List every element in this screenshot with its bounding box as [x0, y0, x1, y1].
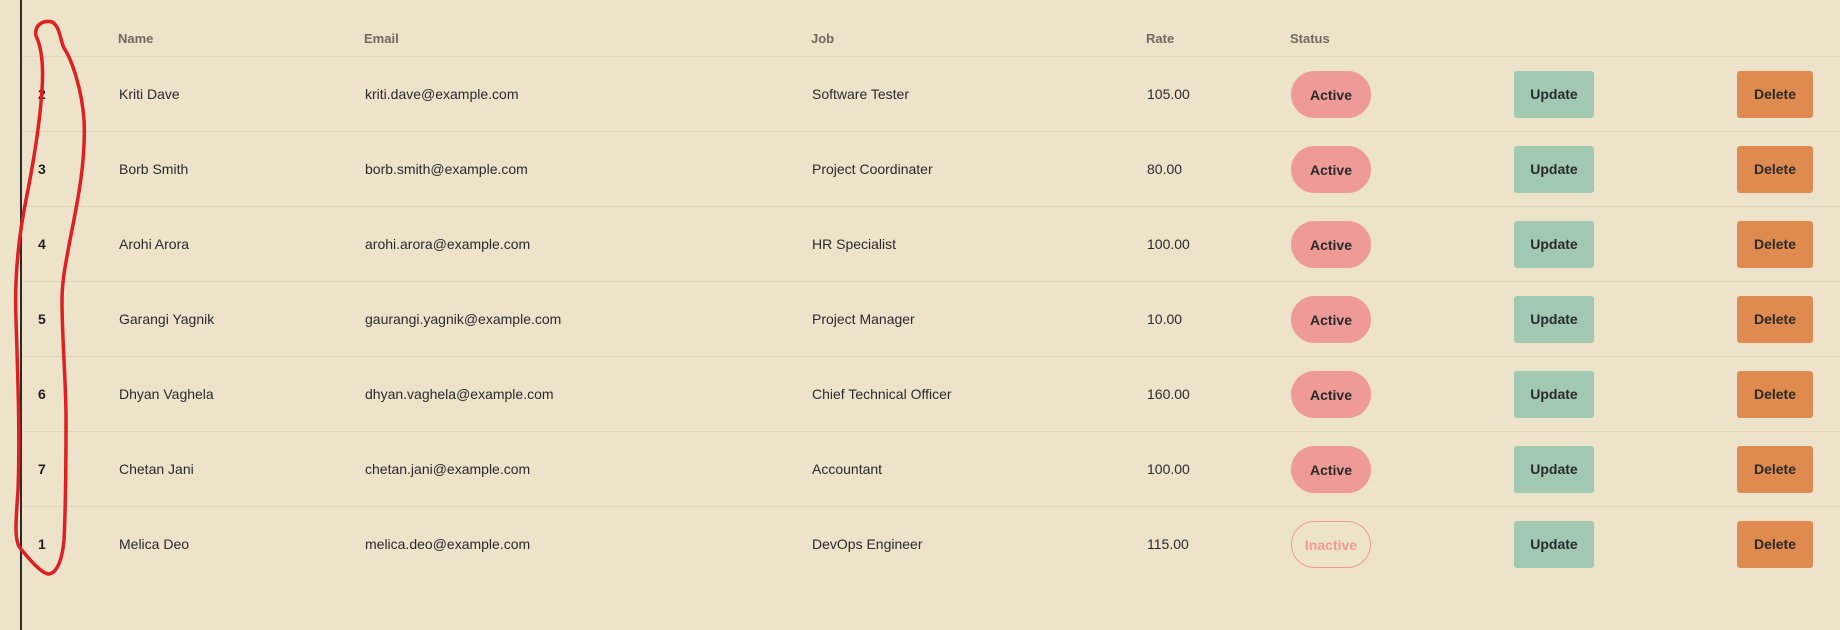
status-cell: Active — [1290, 131, 1513, 207]
status-toggle-button[interactable]: Active — [1291, 370, 1371, 418]
rate-cell: 10.00 — [1146, 281, 1290, 357]
status-cell: Inactive — [1290, 507, 1513, 582]
status-cell: Active — [1290, 56, 1513, 132]
email-cell: dhyan.vaghela@example.com — [364, 356, 811, 432]
status-cell: Active — [1290, 206, 1513, 282]
update-button[interactable]: Update — [1514, 295, 1594, 343]
delete-button[interactable]: Delete — [1737, 370, 1813, 418]
table-row: 4 Arohi Arora arohi.arora@example.com HR Sp… — [22, 206, 1840, 282]
delete-cell: Delete — [1736, 56, 1840, 132]
table-body: 2 Kriti Dave kriti.dave@example.com Softwar… — [22, 56, 1840, 582]
delete-cell: Delete — [1736, 431, 1840, 507]
row-id-cell: 6 — [22, 356, 118, 432]
header-row: Name Email Job Rate Status — [22, 20, 1840, 57]
update-cell: Update — [1513, 206, 1736, 282]
header-delete — [1736, 20, 1840, 57]
delete-button[interactable]: Delete — [1737, 445, 1813, 493]
row-id-cell: 3 — [22, 131, 118, 207]
table-row: 6 Dhyan Vaghela dhyan.vaghela@example.com C… — [22, 356, 1840, 432]
header-job: Job — [811, 20, 1146, 57]
header-rate: Rate — [1146, 20, 1290, 57]
update-button[interactable]: Update — [1514, 70, 1594, 118]
status-toggle-button[interactable]: Active — [1291, 445, 1371, 493]
status-toggle-button[interactable]: Active — [1291, 295, 1371, 343]
name-cell: Chetan Jani — [118, 431, 364, 507]
delete-button[interactable]: Delete — [1737, 220, 1813, 268]
email-cell: chetan.jani@example.com — [364, 431, 811, 507]
row-id-cell: 1 — [38, 536, 46, 552]
header-status: Status — [1290, 20, 1513, 57]
delete-cell: Delete — [1736, 206, 1840, 282]
status-cell: Active — [1290, 431, 1513, 507]
row-id-cell: 4 — [22, 206, 118, 282]
delete-cell: Delete — [1736, 131, 1840, 207]
email-cell: kriti.dave@example.com — [364, 56, 811, 132]
update-cell: Update — [1513, 131, 1736, 207]
name-cell: Kriti Dave — [118, 56, 364, 132]
update-cell: Update — [1513, 281, 1736, 357]
rate-cell: 160.00 — [1146, 356, 1290, 432]
rate-cell: 115.00 — [1147, 536, 1189, 552]
status-cell: Active — [1290, 281, 1513, 357]
job-cell: Chief Technical Officer — [811, 356, 1146, 432]
job-cell: Project Manager — [811, 281, 1146, 357]
delete-button[interactable]: Delete — [1737, 145, 1813, 193]
name-cell: Borb Smith — [118, 131, 364, 207]
update-button[interactable]: Update — [1514, 445, 1594, 493]
name-cell: Melica Deo — [119, 536, 190, 552]
delete-cell: Delete — [1736, 356, 1840, 432]
delete-button[interactable]: Delete — [1737, 295, 1813, 343]
name-cell: Garangi Yagnik — [118, 281, 364, 357]
job-cell: DevOps Engineer — [812, 536, 923, 552]
job-cell: Software Tester — [811, 56, 1146, 132]
header-name: Name — [118, 20, 364, 57]
update-cell: Update — [1513, 507, 1736, 582]
rate-cell: 80.00 — [1146, 131, 1290, 207]
delete-cell: Delete — [1736, 281, 1840, 357]
update-button[interactable]: Update — [1514, 220, 1594, 268]
email-cell: melica.deo@example.com — [365, 536, 531, 552]
header-id — [22, 20, 118, 57]
header-email: Email — [364, 20, 811, 57]
status-toggle-button[interactable]: Active — [1291, 220, 1371, 268]
rate-cell: 105.00 — [1146, 56, 1290, 132]
rate-cell: 100.00 — [1146, 206, 1290, 282]
delete-button[interactable]: Delete — [1737, 70, 1813, 118]
table-header: Name Email Job Rate Status — [22, 20, 1840, 57]
table-row: 5 Garangi Yagnik gaurangi.yagnik@example.c… — [22, 281, 1840, 357]
job-cell: HR Specialist — [811, 206, 1146, 282]
update-button[interactable]: Update — [1514, 520, 1594, 568]
delete-button[interactable]: Delete — [1737, 520, 1813, 568]
employee-table: Name Email Job Rate Status 2 Kriti Dave kr… — [22, 20, 1840, 581]
status-cell: Active — [1290, 356, 1513, 432]
employee-table-page: Name Email Job Rate Status 2 Kriti Dave kr… — [0, 0, 1840, 630]
job-cell: Accountant — [811, 431, 1146, 507]
status-toggle-button[interactable]: Active — [1291, 145, 1371, 193]
update-cell: Update — [1513, 56, 1736, 132]
row-id-cell: 5 — [22, 281, 118, 357]
name-cell: Dhyan Vaghela — [118, 356, 364, 432]
delete-cell: Delete — [1736, 507, 1840, 582]
row-id-cell: 7 — [22, 431, 118, 507]
update-button[interactable]: Update — [1514, 370, 1594, 418]
table-row: 7 Chetan Jani chetan.jani@example.com Accou… — [22, 431, 1840, 507]
row-id-cell: 2 — [22, 56, 118, 132]
name-cell: Arohi Arora — [118, 206, 364, 282]
update-cell: Update — [1513, 356, 1736, 432]
email-cell: borb.smith@example.com — [364, 131, 811, 207]
job-cell: Project Coordinater — [811, 131, 1146, 207]
update-cell: Update — [1513, 431, 1736, 507]
status-toggle-button[interactable]: Inactive — [1291, 520, 1371, 568]
email-cell: arohi.arora@example.com — [364, 206, 811, 282]
rate-cell: 100.00 — [1146, 431, 1290, 507]
table-row: 2 Kriti Dave kriti.dave@example.com Softwar… — [22, 56, 1840, 132]
status-toggle-button[interactable]: Active — [1291, 70, 1371, 118]
header-update — [1513, 20, 1736, 57]
email-cell: gaurangi.yagnik@example.com — [364, 281, 811, 357]
update-button[interactable]: Update — [1514, 145, 1594, 193]
table-row: 1 Melica Deo melica.deo@example.com DevOps … — [22, 507, 1840, 582]
table-row: 3 Borb Smith borb.smith@example.com Project… — [22, 131, 1840, 207]
